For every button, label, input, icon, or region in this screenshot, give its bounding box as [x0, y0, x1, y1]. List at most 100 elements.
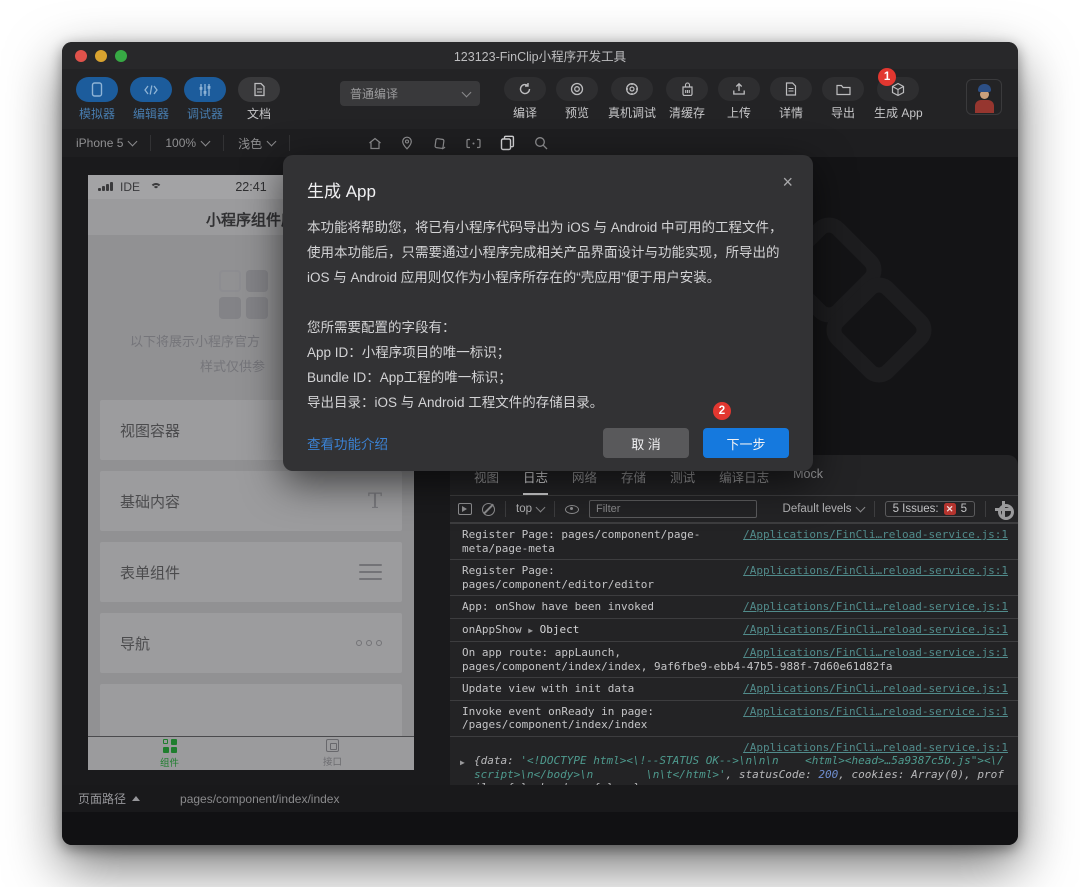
modal-description: 本功能将帮助您，将已有小程序代码导出为 iOS 与 Android 中可用的工程…: [307, 215, 789, 290]
log-row[interactable]: /Applications/FinCli…reload-service.js:1…: [450, 619, 1018, 643]
rotate-icon[interactable]: [432, 137, 447, 150]
device-select[interactable]: iPhone 5: [62, 135, 151, 151]
location-icon[interactable]: [401, 136, 413, 150]
issue-icon: ✕: [944, 503, 956, 515]
notification-badge: 1: [878, 68, 896, 86]
carrier-label: IDE: [120, 180, 140, 194]
list-item-navigation[interactable]: 导航: [100, 613, 402, 673]
zoom-select[interactable]: 100%: [151, 135, 224, 151]
log-row[interactable]: /Applications/FinCli…reload-service.js:1…: [450, 642, 1018, 678]
log-row[interactable]: /Applications/FinCli…reload-service.js:1…: [450, 701, 1018, 737]
theme-value: 浅色: [238, 135, 262, 152]
close-icon[interactable]: ×: [782, 173, 793, 191]
user-avatar[interactable]: [966, 79, 1002, 115]
chevron-down-icon: [462, 87, 472, 97]
clock: 22:41: [235, 180, 266, 194]
tab-components[interactable]: 组件: [88, 737, 251, 770]
log-row[interactable]: /Applications/FinCli…reload-service.js:1…: [450, 596, 1018, 619]
feature-intro-link[interactable]: 查看功能介绍: [307, 433, 388, 453]
search-icon[interactable]: [534, 136, 548, 150]
list-item-form-components[interactable]: 表单组件: [100, 542, 402, 602]
context-select[interactable]: top: [516, 503, 544, 515]
text-icon: T: [368, 489, 382, 513]
clear-console-icon[interactable]: [482, 503, 495, 516]
theme-select[interactable]: 浅色: [224, 135, 290, 151]
components-grid-icon: [219, 270, 268, 319]
detail-doc-icon: [770, 77, 812, 101]
upload-button[interactable]: 上传: [718, 77, 760, 121]
phone-icon: [76, 77, 118, 102]
source-link[interactable]: /Applications/FinCli…reload-service.js:1: [743, 741, 1008, 754]
docs-button[interactable]: 文档: [238, 77, 280, 122]
export-button[interactable]: 导出: [822, 77, 864, 121]
source-link[interactable]: /Applications/FinCli…reload-service.js:1: [743, 646, 1008, 660]
log-row[interactable]: /Applications/FinCli…reload-service.js:1…: [450, 523, 1018, 560]
tab-view[interactable]: 视图: [474, 467, 499, 495]
cpu-icon: [326, 739, 339, 752]
step-badge: 2: [713, 402, 731, 420]
source-link[interactable]: /Applications/FinCli…reload-service.js:1: [743, 600, 1008, 614]
tab-log[interactable]: 日志: [523, 467, 548, 495]
form-lines-icon: [359, 564, 382, 580]
detail-label: 详情: [779, 104, 803, 121]
page-path-toggle[interactable]: 页面路径: [62, 785, 156, 812]
editor-button[interactable]: 编辑器: [130, 77, 172, 122]
gear-icon[interactable]: [996, 502, 1010, 516]
console-log-list: /Applications/FinCli…reload-service.js:1…: [450, 523, 1018, 821]
sliders-icon: [184, 77, 226, 102]
tab-test[interactable]: 测试: [670, 467, 695, 495]
next-step-button[interactable]: 下一步: [703, 428, 789, 458]
source-link[interactable]: /Applications/FinCli…reload-service.js:1: [743, 682, 1008, 696]
debugger-button[interactable]: 调试器: [184, 77, 226, 122]
issues-counter[interactable]: 5 Issues: ✕ 5: [885, 501, 975, 517]
chevron-down-icon: [855, 503, 865, 513]
generate-app-button[interactable]: 1 生成 App: [874, 77, 923, 121]
device-value: iPhone 5: [76, 136, 123, 150]
upload-label: 上传: [727, 104, 751, 121]
code-icon: [130, 77, 172, 102]
components-tab-icon: [163, 739, 177, 753]
cancel-button[interactable]: 取 消: [603, 428, 689, 458]
console-toolbar: top Default levels 5 Issues:: [450, 495, 1018, 523]
folder-icon: [822, 77, 864, 101]
tab-network[interactable]: 网络: [572, 467, 597, 495]
export-label: 导出: [831, 104, 855, 121]
console-filter-input[interactable]: [589, 500, 757, 518]
devtools-panel: 视图 日志 网络 存储 测试 编译日志 Mock top: [450, 455, 1018, 785]
tab-storage[interactable]: 存储: [621, 467, 646, 495]
source-link[interactable]: /Applications/FinCli…reload-service.js:1: [743, 705, 1008, 719]
clear-cache-button[interactable]: 清缓存: [666, 77, 708, 121]
tab-api[interactable]: 接口: [251, 737, 414, 770]
live-expression-icon[interactable]: [565, 505, 579, 514]
home-icon[interactable]: [368, 137, 382, 150]
console-drawer-icon[interactable]: [458, 503, 472, 515]
list-item-basic-content[interactable]: 基础内容 T: [100, 471, 402, 531]
tab-mock[interactable]: Mock: [793, 467, 823, 495]
log-row[interactable]: /Applications/FinCli…reload-service.js:1…: [450, 560, 1018, 596]
compile-button[interactable]: 编译: [504, 77, 546, 121]
hint-line-1: 以下将展示小程序官方: [130, 331, 260, 350]
simulator-button[interactable]: 模拟器: [76, 77, 118, 122]
compile-mode-select[interactable]: 普通编译: [340, 81, 480, 106]
source-link[interactable]: /Applications/FinCli…reload-service.js:1: [743, 623, 1008, 637]
expand-arrow-icon[interactable]: ▶: [460, 756, 465, 770]
log-row[interactable]: /Applications/FinCli…reload-service.js:1…: [450, 678, 1018, 701]
preview-button[interactable]: 预览: [556, 77, 598, 121]
debugger-label: 调试器: [187, 105, 223, 122]
simulator-label: 模拟器: [79, 105, 115, 122]
detail-button[interactable]: 详情: [770, 77, 812, 121]
refresh-icon: [504, 77, 546, 101]
source-link[interactable]: /Applications/FinCli…reload-service.js:1: [743, 564, 1008, 578]
chevron-down-icon: [201, 137, 211, 147]
device-debug-button[interactable]: 真机调试: [608, 77, 656, 121]
copy-icon[interactable]: [500, 135, 515, 151]
device-bar: iPhone 5 100% 浅色: [62, 129, 1018, 157]
tab-compile-log[interactable]: 编译日志: [719, 467, 769, 495]
modal-fields: 您所需要配置的字段有： App ID：小程序项目的唯一标识； Bundle ID…: [307, 315, 789, 415]
log-levels-select[interactable]: Default levels: [783, 503, 864, 515]
screen-icon[interactable]: [466, 138, 481, 149]
source-link[interactable]: /Applications/FinCli…reload-service.js:1: [743, 528, 1008, 542]
list-item-partial[interactable]: [100, 684, 402, 744]
page-path-value: pages/component/index/index: [180, 792, 339, 806]
page-path-bar: 页面路径 pages/component/index/index: [62, 785, 1018, 812]
